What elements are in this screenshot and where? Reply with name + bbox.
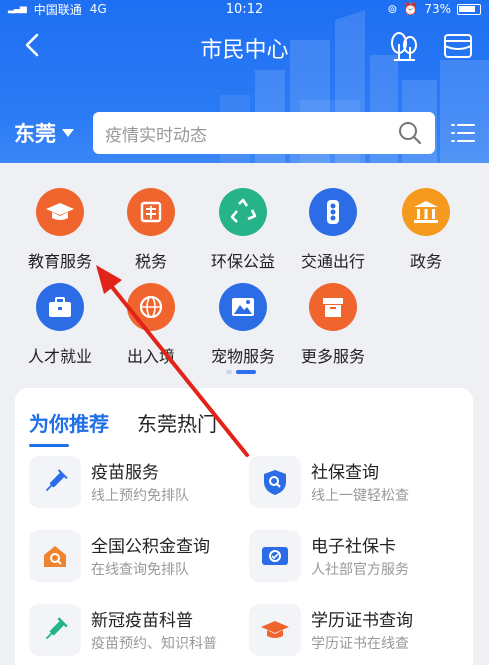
- box-icon: [323, 298, 343, 317]
- service-education[interactable]: 教育服务: [15, 188, 105, 272]
- rec-title: 电子社保卡: [311, 537, 396, 557]
- service-label: 更多服务: [300, 347, 365, 366]
- service-tax[interactable]: 税务: [106, 188, 196, 272]
- page-dot-active: [236, 370, 256, 374]
- graduation-cap-icon: [261, 621, 289, 638]
- caret-down-icon: [62, 129, 74, 137]
- rec-title: 新冠疫苗科普: [91, 611, 193, 631]
- header: ▂▃▅ 中国联通 4G 10:12 ⊚ ⏰ 73% 市民中心 东莞 疫情实时动态: [0, 0, 489, 163]
- mountain-image-icon: [232, 298, 254, 316]
- wallet-icon[interactable]: [442, 30, 474, 62]
- traffic-light-icon: [327, 200, 339, 224]
- rec-title: 全国公积金查询: [91, 537, 210, 557]
- service-label: 人才就业: [27, 347, 92, 366]
- search-placeholder: 疫情实时动态: [105, 125, 207, 146]
- rec-title: 社保查询: [311, 463, 379, 483]
- graduation-cap-icon: [46, 203, 74, 220]
- syringe-icon: [45, 469, 68, 492]
- social-card-icon: [262, 547, 288, 565]
- rec-vaccine-service[interactable]: 疫苗服务 线上预约免排队: [29, 456, 249, 514]
- shield-search-icon: [264, 470, 286, 495]
- rec-social-card[interactable]: 电子社保卡 人社部官方服务: [249, 530, 469, 588]
- recycle-icon: [230, 198, 257, 223]
- service-environment[interactable]: 环保公益: [198, 188, 288, 272]
- rec-housing-fund[interactable]: 全国公积金查询 在线查询免排队: [29, 530, 249, 588]
- tab-recommend[interactable]: 为你推荐: [29, 408, 109, 447]
- rec-subtitle: 在线查询免排队: [91, 562, 189, 578]
- tax-icon: [140, 201, 162, 223]
- battery-icon: [457, 3, 481, 15]
- menu-icon[interactable]: [450, 120, 476, 146]
- status-time: 10:12: [225, 1, 264, 17]
- service-label: 宠物服务: [210, 347, 275, 366]
- rec-title: 学历证书查询: [311, 611, 413, 631]
- city-label: 东莞: [14, 122, 56, 146]
- recommend-card: 为你推荐 东莞热门 疫苗服务 线上预约免排队 社保查询 线上一键轻松查 全国公积…: [15, 388, 473, 665]
- rec-social-security-query[interactable]: 社保查询 线上一键轻松查: [249, 456, 469, 514]
- vaccine-icon: [45, 617, 68, 640]
- rec-covid-vaccine-info[interactable]: 新冠疫苗科普 疫苗预约、知识科普: [29, 604, 249, 662]
- search-input[interactable]: 疫情实时动态: [93, 112, 435, 154]
- service-employment[interactable]: 人才就业: [15, 283, 105, 367]
- government-icon: [414, 201, 438, 223]
- page-dot: [226, 370, 232, 374]
- service-traffic[interactable]: 交通出行: [288, 188, 378, 272]
- service-label: 交通出行: [300, 252, 365, 271]
- search-icon[interactable]: [397, 120, 423, 146]
- service-label: 教育服务: [27, 252, 92, 271]
- rec-subtitle: 线上预约免排队: [91, 488, 189, 504]
- rec-diploma-query[interactable]: 学历证书查询 学历证书在线查: [249, 604, 469, 662]
- service-label: 环保公益: [210, 252, 275, 271]
- globe-plane-icon: [139, 295, 163, 319]
- service-label: 出入境: [126, 347, 175, 366]
- rec-subtitle: 学历证书在线查: [311, 636, 409, 652]
- status-bar: ▂▃▅ 中国联通 4G 10:12 ⊚ ⏰ 73%: [0, 0, 489, 18]
- tab-hot[interactable]: 东莞热门: [137, 408, 217, 437]
- tab-bar: 为你推荐 东莞热门: [29, 408, 217, 447]
- briefcase-icon: [49, 297, 71, 317]
- service-more[interactable]: 更多服务: [288, 283, 378, 367]
- service-label: 政务: [409, 252, 442, 271]
- rec-subtitle: 人社部官方服务: [311, 562, 409, 578]
- tree-icon[interactable]: [388, 30, 420, 62]
- service-label: 税务: [134, 252, 167, 271]
- service-government[interactable]: 政务: [381, 188, 471, 272]
- rec-subtitle: 疫苗预约、知识科普: [91, 636, 217, 652]
- service-pets[interactable]: 宠物服务: [198, 283, 288, 367]
- rec-title: 疫苗服务: [91, 463, 159, 483]
- page-indicator: [226, 370, 256, 374]
- service-immigration[interactable]: 出入境: [106, 283, 196, 367]
- house-search-icon: [44, 546, 66, 567]
- city-selector[interactable]: 东莞: [14, 118, 74, 148]
- navbar: 市民中心: [0, 22, 489, 70]
- rec-subtitle: 线上一键轻松查: [311, 488, 409, 504]
